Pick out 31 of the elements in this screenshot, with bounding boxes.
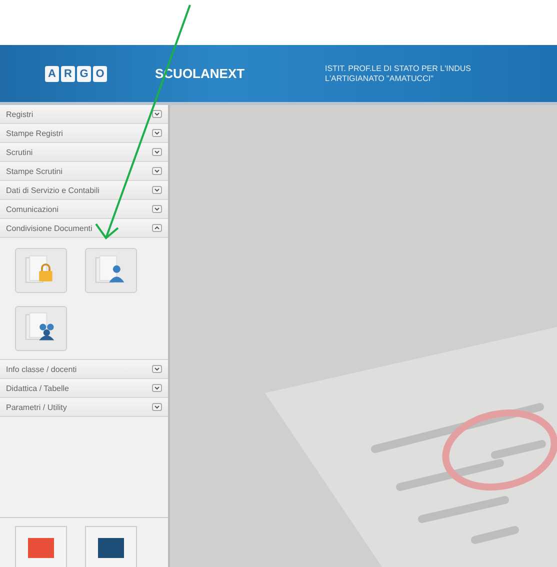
logo-letter: A <box>45 66 59 82</box>
toggle-icon <box>152 403 162 411</box>
document-tile-button[interactable] <box>15 248 67 293</box>
menu-item[interactable]: Registri <box>0 105 168 124</box>
menu-item[interactable]: Comunicazioni <box>0 200 168 219</box>
menu-item[interactable]: Info classe / docenti <box>0 360 168 379</box>
menu-item[interactable]: Stampe Registri <box>0 124 168 143</box>
school-name: ISTIT. PROF.LE DI STATO PER L'INDUS <box>325 64 471 74</box>
toggle-icon <box>152 205 162 213</box>
logo-letter: G <box>77 66 91 82</box>
app-shortcut-button[interactable] <box>15 526 67 567</box>
menu-item[interactable]: Dati di Servizio e Contabili <box>0 181 168 200</box>
menu-item[interactable]: Parametri / Utility <box>0 398 168 417</box>
menu-item[interactable]: Stampe Scrutini <box>0 162 168 181</box>
app-shortcut-button[interactable] <box>85 526 137 567</box>
menu-item[interactable]: Condivisione Documenti <box>0 219 168 238</box>
toggle-icon <box>152 224 162 232</box>
logo-letter: R <box>61 66 75 82</box>
toggle-icon <box>152 365 162 373</box>
toggle-icon <box>152 167 162 175</box>
toggle-icon <box>152 129 162 137</box>
logo-letter: O <box>93 66 107 82</box>
toggle-icon <box>152 384 162 392</box>
toggle-icon <box>152 148 162 156</box>
school-name: L'ARTIGIANATO "AMATUCCI" <box>325 74 434 84</box>
toggle-icon <box>152 186 162 194</box>
menu-item[interactable]: Didattica / Tabelle <box>0 379 168 398</box>
toggle-icon <box>152 110 162 118</box>
menu-item[interactable]: Scrutini <box>0 143 168 162</box>
document-tile-button[interactable] <box>85 248 137 293</box>
document-tile-button[interactable] <box>15 306 67 350</box>
